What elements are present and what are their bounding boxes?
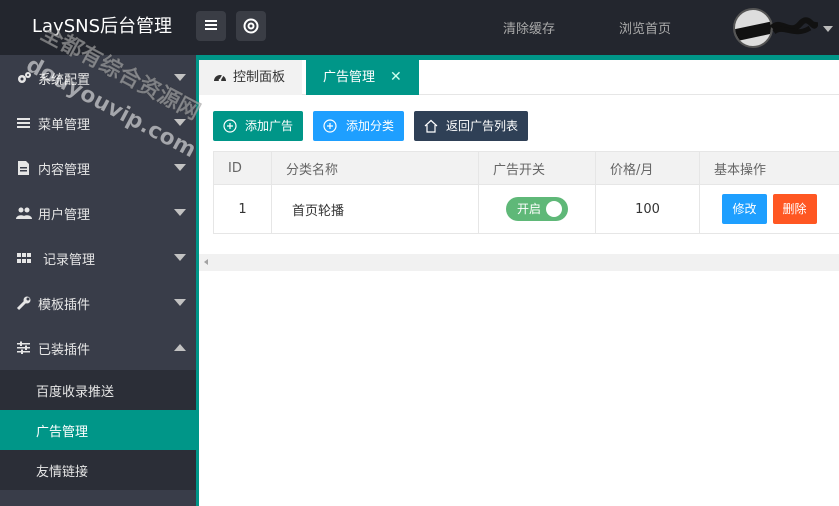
caret-down-icon	[174, 74, 186, 81]
sidebar-item-installed-plugins[interactable]: 已装插件	[0, 325, 196, 370]
caret-down-icon	[174, 254, 186, 261]
table-row: 1 首页轮播 开启 100 修改 删除	[213, 184, 839, 234]
sidebar-subitem-ad-manage[interactable]: 广告管理	[0, 410, 196, 450]
sidebar-subitem-label: 友情链接	[36, 465, 89, 480]
sidebar-item-label: 模板插件	[38, 298, 91, 313]
column-header-id: ID	[213, 151, 272, 185]
menu-toggle-button[interactable]	[196, 11, 226, 41]
toggle-label: 开启	[517, 202, 542, 216]
sidebar-item-templates[interactable]: 模板插件	[0, 280, 196, 325]
sidebar-item-label: 已装插件	[38, 343, 91, 358]
main-left-border	[196, 55, 199, 506]
avatar[interactable]	[733, 8, 773, 48]
scroll-left-icon[interactable]	[204, 259, 208, 265]
sidebar: 系统配置 菜单管理 内容管理 用户管理 记录管理 模板插件 已装插件 百度收录推…	[0, 55, 196, 506]
view-home-link[interactable]: 浏览首页	[619, 18, 671, 37]
gears-icon	[18, 72, 31, 83]
table-header-row: ID 分类名称 广告开关 价格/月 基本操作	[213, 151, 839, 185]
sidebar-item-label: 系统配置	[38, 73, 91, 88]
cell-price: 100	[595, 184, 700, 234]
column-header-actions: 基本操作	[699, 151, 839, 185]
back-to-list-button[interactable]: 返回广告列表	[414, 111, 528, 141]
plus-circle-icon	[223, 119, 237, 133]
bars-icon	[17, 118, 30, 128]
caret-down-icon	[174, 299, 186, 306]
file-icon	[18, 161, 29, 175]
close-icon[interactable]: ✕	[390, 60, 402, 95]
sliders-icon	[17, 341, 30, 354]
redacted-username	[770, 17, 818, 35]
sidebar-item-menu[interactable]: 菜单管理	[0, 100, 196, 145]
ad-category-table: ID 分类名称 广告开关 价格/月 基本操作 1 首页轮播 开启 100 修改删…	[213, 151, 839, 234]
wrench-icon	[16, 296, 31, 311]
chevron-down-icon[interactable]	[823, 26, 833, 32]
caret-down-icon	[174, 209, 186, 216]
button-label: 添加分类	[346, 119, 395, 133]
ad-enable-toggle[interactable]: 开启	[506, 197, 568, 221]
cell-actions: 修改 删除	[699, 184, 839, 234]
app-title: LaySNS后台管理	[32, 16, 173, 37]
tab-label: 控制面板	[233, 70, 286, 85]
toggle-knob	[546, 201, 562, 217]
clear-cache-link[interactable]: 清除缓存	[503, 18, 555, 37]
tab-dashboard[interactable]: 控制面板	[199, 60, 302, 95]
bars-icon	[205, 20, 217, 30]
caret-down-icon	[174, 119, 186, 126]
top-header: LaySNS后台管理 清除缓存 浏览首页	[0, 0, 839, 55]
sidebar-subitem-label: 百度收录推送	[36, 385, 115, 400]
delete-button[interactable]: 删除	[772, 194, 817, 224]
grid-icon	[17, 253, 31, 263]
users-icon	[16, 207, 32, 219]
column-header-name: 分类名称	[271, 151, 479, 185]
sidebar-subitem-friend-links[interactable]: 友情链接	[0, 450, 196, 490]
sidebar-item-system-config[interactable]: 系统配置	[0, 55, 196, 100]
button-label: 添加广告	[245, 119, 294, 133]
add-ad-button[interactable]: 添加广告	[213, 111, 303, 141]
help-button[interactable]	[236, 11, 266, 41]
sidebar-item-label: 用户管理	[38, 208, 91, 223]
dashboard-icon	[214, 74, 226, 82]
column-header-price: 价格/月	[595, 151, 700, 185]
caret-down-icon	[174, 164, 186, 171]
plus-circle-icon	[323, 119, 337, 133]
sidebar-submenu: 百度收录推送 广告管理 友情链接	[0, 370, 196, 490]
sidebar-subitem-baidu-push[interactable]: 百度收录推送	[0, 370, 196, 410]
sidebar-item-content[interactable]: 内容管理	[0, 145, 196, 190]
sidebar-item-label: 记录管理	[43, 253, 96, 268]
caret-up-icon	[174, 344, 186, 351]
edit-button[interactable]: 修改	[722, 194, 767, 224]
life-ring-icon	[243, 18, 259, 34]
button-label: 返回广告列表	[446, 119, 519, 133]
cell-id: 1	[213, 184, 272, 234]
cell-switch: 开启	[478, 184, 596, 234]
add-category-button[interactable]: 添加分类	[313, 111, 404, 141]
column-header-switch: 广告开关	[478, 151, 596, 185]
home-icon	[424, 119, 438, 133]
tab-ad-manage[interactable]: 广告管理 ✕	[306, 60, 419, 95]
horizontal-scrollbar[interactable]	[199, 254, 839, 271]
sidebar-item-users[interactable]: 用户管理	[0, 190, 196, 235]
sidebar-subitem-label: 广告管理	[36, 425, 89, 440]
tab-label: 广告管理	[323, 70, 376, 85]
sidebar-item-label: 内容管理	[38, 163, 91, 178]
sidebar-item-records[interactable]: 记录管理	[0, 235, 196, 280]
sidebar-item-label: 菜单管理	[38, 118, 91, 133]
cell-name: 首页轮播	[271, 184, 479, 234]
